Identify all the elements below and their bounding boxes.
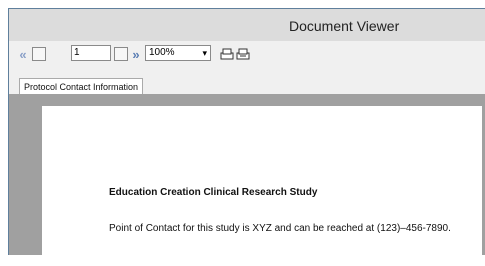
chevron-down-icon: ▾ bbox=[202, 48, 207, 58]
first-page-icon: « bbox=[19, 46, 26, 62]
print-setup-button[interactable] bbox=[235, 46, 251, 62]
first-page-button[interactable]: « bbox=[15, 46, 29, 62]
zoom-value: 100% bbox=[149, 47, 175, 58]
last-page-button[interactable]: » bbox=[128, 46, 142, 62]
window-title: Document Viewer bbox=[289, 18, 400, 34]
document-page: Education Creation Clinical Research Stu… bbox=[42, 106, 482, 266]
document-canvas[interactable]: Education Creation Clinical Research Stu… bbox=[9, 94, 485, 266]
title-bar[interactable]: Document Viewer bbox=[9, 9, 485, 41]
document-heading: Education Creation Clinical Research Stu… bbox=[109, 187, 318, 198]
zoom-select[interactable]: 100% ▾ bbox=[145, 45, 211, 61]
print-icon bbox=[220, 48, 234, 60]
next-page-icon bbox=[114, 47, 128, 61]
prev-page-icon bbox=[32, 47, 46, 61]
document-body: Point of Contact for this study is XYZ a… bbox=[109, 223, 451, 234]
print-button[interactable] bbox=[219, 46, 235, 62]
next-page-button[interactable] bbox=[113, 46, 129, 62]
tab-protocol-contact-information[interactable]: Protocol Contact Information bbox=[19, 78, 144, 95]
page-number-input[interactable]: 1 bbox=[71, 45, 111, 61]
print-setup-icon bbox=[236, 48, 250, 60]
document-viewer-window: Document Viewer « 1 » 100% ▾ Protocol Co… bbox=[8, 8, 485, 266]
toolbar: « 1 » 100% ▾ bbox=[9, 41, 485, 68]
prev-page-button[interactable] bbox=[31, 46, 47, 62]
last-page-icon: » bbox=[132, 46, 139, 62]
tab-bar: Protocol Contact Information bbox=[9, 68, 485, 95]
